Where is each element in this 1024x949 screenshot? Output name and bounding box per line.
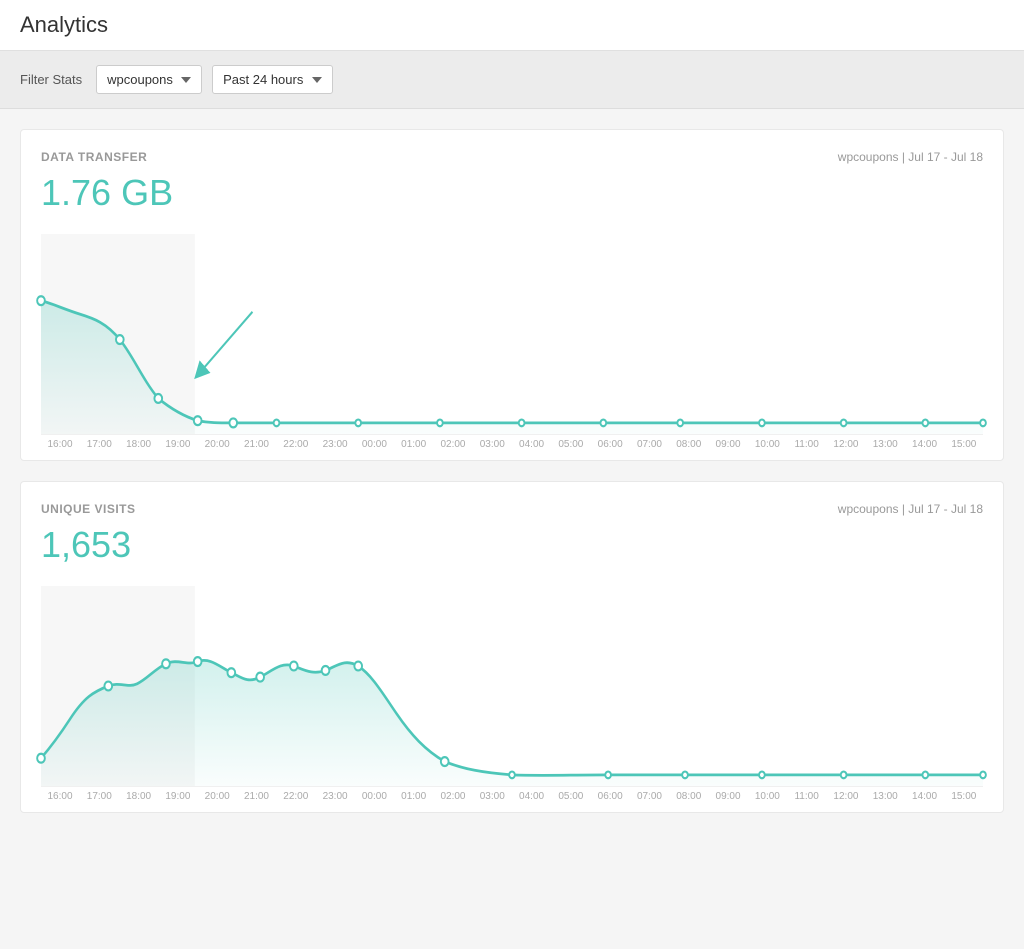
time-label: 22:00 xyxy=(277,439,315,450)
time-label: 16:00 xyxy=(41,791,79,802)
data-transfer-title: DATA TRANSFER xyxy=(41,150,147,164)
filter-bar: Filter Stats wpcoupons Past 24 hours Pas… xyxy=(0,51,1024,109)
unique-visits-header: UNIQUE VISITS wpcoupons | Jul 17 - Jul 1… xyxy=(41,502,983,516)
unique-visits-value: 1,653 xyxy=(41,524,983,566)
time-label: 10:00 xyxy=(748,439,786,450)
time-label: 15:00 xyxy=(945,439,983,450)
site-filter-select[interactable]: wpcoupons xyxy=(96,65,202,94)
time-label: 01:00 xyxy=(395,439,433,450)
time-label: 13:00 xyxy=(866,439,904,450)
time-label: 00:00 xyxy=(355,439,393,450)
unique-visits-title: UNIQUE VISITS xyxy=(41,502,136,516)
page-title: Analytics xyxy=(20,12,1004,38)
time-label: 02:00 xyxy=(434,791,472,802)
time-label: 03:00 xyxy=(473,791,511,802)
time-label: 01:00 xyxy=(395,791,433,802)
time-label: 03:00 xyxy=(473,439,511,450)
time-label: 14:00 xyxy=(906,439,944,450)
time-label: 17:00 xyxy=(80,439,118,450)
data-transfer-header: DATA TRANSFER wpcoupons | Jul 17 - Jul 1… xyxy=(41,150,983,164)
data-transfer-value: 1.76 GB xyxy=(41,172,983,214)
data-transfer-time-axis: 16:00 17:00 18:00 19:00 20:00 21:00 22:0… xyxy=(41,434,983,460)
time-label: 07:00 xyxy=(630,439,668,450)
time-label: 14:00 xyxy=(906,791,944,802)
time-label: 08:00 xyxy=(670,791,708,802)
time-label: 00:00 xyxy=(355,791,393,802)
time-label: 23:00 xyxy=(316,791,354,802)
time-label: 23:00 xyxy=(316,439,354,450)
time-label: 12:00 xyxy=(827,439,865,450)
time-label: 22:00 xyxy=(277,791,315,802)
time-label: 11:00 xyxy=(788,791,826,802)
time-label: 02:00 xyxy=(434,439,472,450)
time-label: 19:00 xyxy=(159,439,197,450)
time-label: 07:00 xyxy=(630,791,668,802)
time-label: 18:00 xyxy=(120,439,158,450)
time-label: 11:00 xyxy=(788,439,826,450)
time-label: 05:00 xyxy=(552,791,590,802)
unique-visits-svg xyxy=(41,586,983,786)
data-transfer-meta: wpcoupons | Jul 17 - Jul 18 xyxy=(838,150,983,164)
time-filter-select[interactable]: Past 24 hours Past 7 days Past 30 days xyxy=(212,65,333,94)
data-transfer-card: DATA TRANSFER wpcoupons | Jul 17 - Jul 1… xyxy=(20,129,1004,461)
time-label: 12:00 xyxy=(827,791,865,802)
time-label: 09:00 xyxy=(709,791,747,802)
unique-visits-meta: wpcoupons | Jul 17 - Jul 18 xyxy=(838,502,983,516)
unique-visits-card: UNIQUE VISITS wpcoupons | Jul 17 - Jul 1… xyxy=(20,481,1004,813)
unique-visits-chart xyxy=(41,586,983,786)
time-label: 21:00 xyxy=(237,439,275,450)
time-label: 21:00 xyxy=(237,791,275,802)
unique-visits-time-axis: 16:00 17:00 18:00 19:00 20:00 21:00 22:0… xyxy=(41,786,983,812)
time-label: 09:00 xyxy=(709,439,747,450)
page-header: Analytics xyxy=(0,0,1024,51)
data-transfer-svg xyxy=(41,234,983,434)
time-label: 04:00 xyxy=(513,439,551,450)
time-label: 17:00 xyxy=(80,791,118,802)
time-label: 16:00 xyxy=(41,439,79,450)
time-label: 10:00 xyxy=(748,791,786,802)
time-label: 08:00 xyxy=(670,439,708,450)
time-label: 13:00 xyxy=(866,791,904,802)
filter-label: Filter Stats xyxy=(20,72,82,87)
data-transfer-chart xyxy=(41,234,983,434)
time-label: 04:00 xyxy=(513,791,551,802)
time-label: 19:00 xyxy=(159,791,197,802)
time-label: 15:00 xyxy=(945,791,983,802)
time-label: 18:00 xyxy=(120,791,158,802)
main-content: DATA TRANSFER wpcoupons | Jul 17 - Jul 1… xyxy=(0,109,1024,833)
time-label: 05:00 xyxy=(552,439,590,450)
time-label: 20:00 xyxy=(198,439,236,450)
time-label: 06:00 xyxy=(591,439,629,450)
time-label: 06:00 xyxy=(591,791,629,802)
time-label: 20:00 xyxy=(198,791,236,802)
